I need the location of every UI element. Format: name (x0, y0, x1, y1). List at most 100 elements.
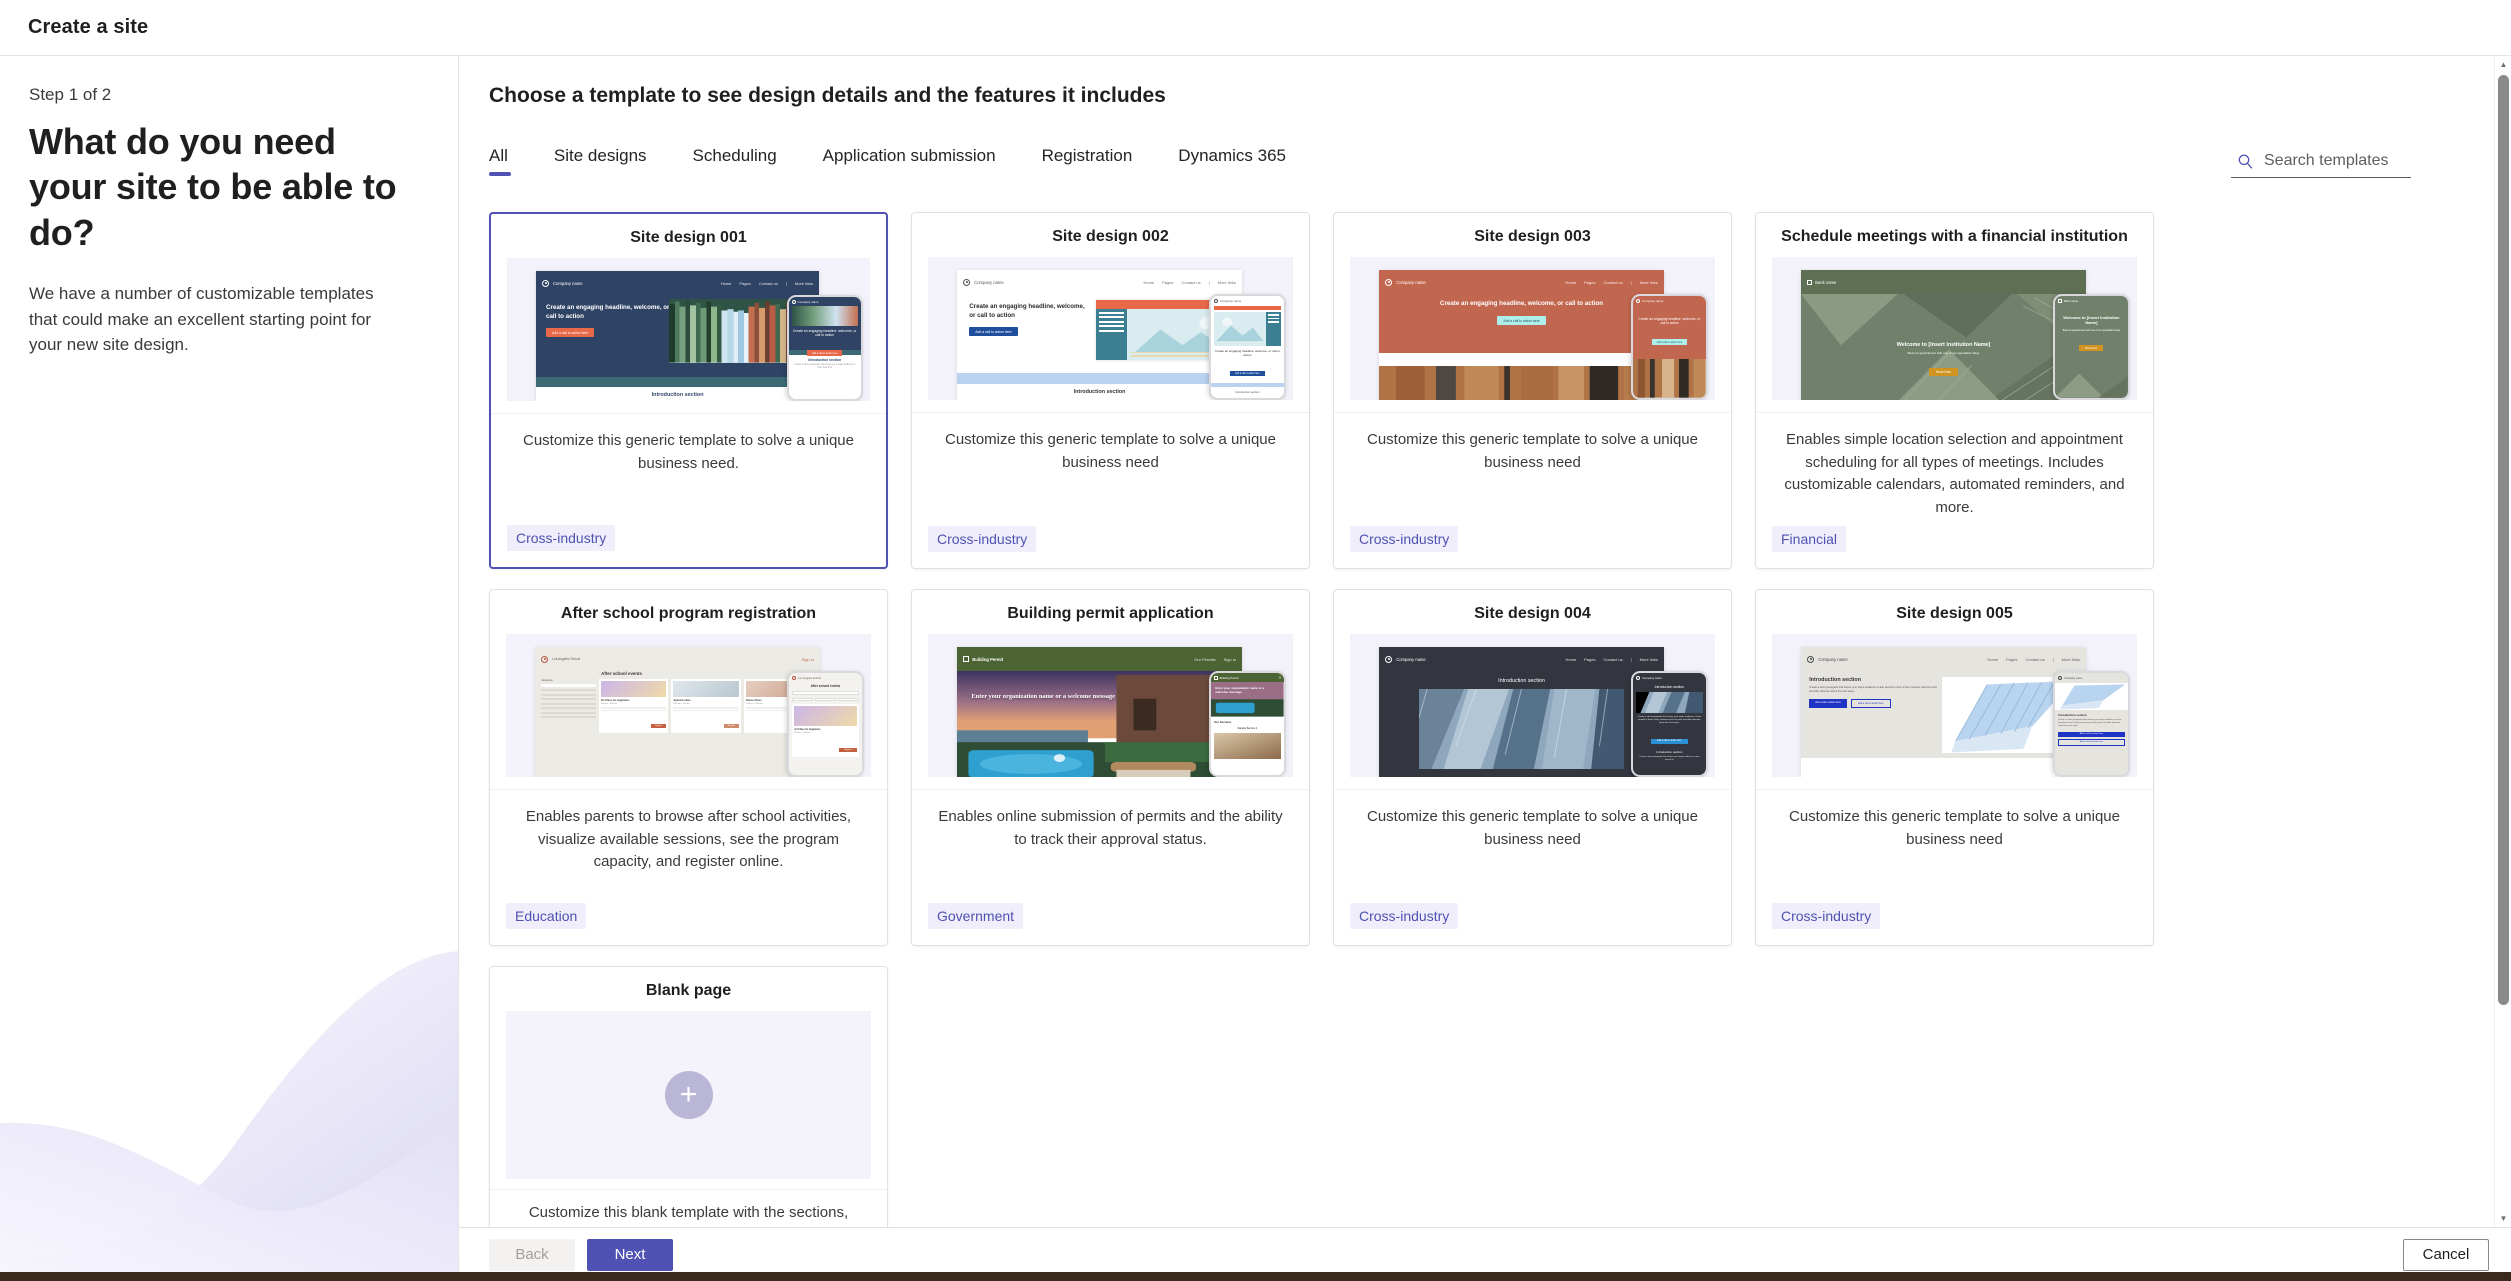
mini-intro-title: Introduction section (1498, 678, 1545, 685)
step-indicator: Step 1 of 2 (29, 85, 112, 104)
wizard-frame: Step 1 of 2 What do you need your site t… (0, 56, 2511, 1281)
mini-company-name: Los Angeles School (552, 657, 581, 661)
mini-phone-preview: Building Permit ☰ Enter your organizatio… (1209, 671, 1286, 777)
mini-subhead: Book an appointment with one of our spec… (1907, 350, 1980, 355)
mini-company-name: Company name (1396, 656, 1426, 662)
tab-scheduling[interactable]: Scheduling (693, 146, 799, 178)
template-thumbnail: Los Angeles School Sign in After school … (506, 634, 871, 777)
cancel-button[interactable]: Cancel (2403, 1238, 2489, 1271)
template-card-description: Customize this generic template to solve… (1334, 412, 1731, 526)
template-card-description: Enables online submission of permits and… (912, 789, 1309, 903)
page-title: What do you need your site to be able to… (29, 121, 397, 253)
next-button[interactable]: Next (587, 1238, 673, 1271)
template-card-tag: Financial (1772, 526, 1847, 552)
mini-nav-link: Pages (1162, 279, 1174, 285)
mini-cta: Add a call to action here (1497, 316, 1546, 326)
mini-nav-link: More links (1639, 279, 1658, 285)
mini-phone-preview: Company name (1209, 294, 1286, 400)
back-button[interactable]: Back (489, 1238, 575, 1271)
template-thumbnail: Bank name Welcome to [Insert Institution… (1772, 257, 2137, 400)
scroll-up-arrow[interactable]: ▲ (2495, 56, 2511, 73)
template-card-site-design-003[interactable]: Site design 003 Company name Home Pages … (1333, 212, 1732, 569)
template-thumbnail: Company name Home Pages Contact us | Mor… (1350, 257, 1715, 400)
mini-company-name: Company name (553, 280, 583, 286)
mini-cta: Book Now (1929, 367, 1958, 376)
template-card-tag: Cross-industry (1350, 903, 1459, 929)
mini-company-name: Company name (974, 279, 1004, 285)
wizard-left-pane: Step 1 of 2 What do you need your site t… (0, 56, 459, 1281)
template-card-title: Site design 005 (1896, 605, 2013, 622)
template-card-site-design-001[interactable]: Site design 001 Company name Home Pages … (489, 212, 888, 569)
template-card-after-school-registration[interactable]: After school program registration Los An… (489, 589, 888, 946)
template-card-schedule-meetings-financial[interactable]: Schedule meetings with a financial insti… (1755, 212, 2154, 569)
template-card-site-design-004[interactable]: Site design 004 Company name Home Pages … (1333, 589, 1732, 946)
scroll-down-arrow[interactable]: ▼ (2495, 1210, 2511, 1227)
tab-application-submission[interactable]: Application submission (823, 146, 1018, 178)
mini-intro-title: Introduction section (1073, 389, 1126, 396)
template-card-description: Customize this generic template to solve… (1334, 789, 1731, 903)
mini-nav-link: Contact us (1603, 656, 1623, 662)
mini-nav-link: More links (1639, 656, 1658, 662)
template-card-title: Site design 002 (1052, 228, 1169, 245)
mini-phone-preview: Company name Create an engaging headline… (1631, 294, 1708, 400)
tab-registration[interactable]: Registration (1042, 146, 1155, 178)
mini-headline: After school events (601, 671, 642, 677)
mini-company-name: Building Permit (972, 656, 1004, 662)
mini-nav-link: Home (1565, 279, 1577, 285)
mini-nav-link: Our Permits (1194, 656, 1216, 662)
mini-nav-link: More links (1217, 279, 1236, 285)
mini-cta-secondary: Add a call to action here (1850, 698, 1891, 708)
tab-dynamics-365[interactable]: Dynamics 365 (1178, 146, 1308, 178)
template-card-site-design-005[interactable]: Site design 005 Company name Home Pages … (1755, 589, 2154, 946)
mini-nav-link: Pages (1584, 656, 1596, 662)
template-card-title: After school program registration (560, 605, 817, 622)
template-card-site-design-002[interactable]: Site design 002 Company name Home Pages … (911, 212, 1310, 569)
template-card-title: Building permit application (1007, 605, 1214, 622)
mini-headline: Welcome to [Insert Institution Name] (1896, 341, 1991, 348)
window-title: Create a site (28, 16, 149, 38)
mini-intro-title: Introduction section (1809, 677, 1861, 684)
mini-nav-link: Home (720, 280, 732, 286)
template-scroll-area: Choose a template to see design details … (459, 56, 2511, 1227)
template-card-title: Site design 003 (1474, 228, 1591, 245)
search-input[interactable]: Search templates (2264, 152, 2389, 170)
mini-nav-link: Home (1143, 279, 1155, 285)
mini-company-name: Company name (1396, 279, 1426, 285)
tab-all[interactable]: All (489, 146, 530, 178)
mini-nav-link: Contact us (2025, 656, 2045, 662)
template-card-tag: Government (928, 903, 1024, 929)
mini-intro-body: Create a short paragraph that shows your… (1809, 686, 1937, 694)
decorative-wave-graphic (0, 861, 458, 1281)
search-templates-box[interactable]: Search templates (2231, 148, 2411, 178)
template-thumbnail-blank: + (506, 1011, 871, 1179)
mini-nav-link: Sign in (1223, 656, 1236, 662)
mini-cta: Add a call to action here (969, 327, 1018, 337)
mini-headline: Create an engaging headline, welcome, or… (969, 303, 1085, 319)
template-card-description: Customize this generic template to solve… (1756, 789, 2153, 903)
template-card-building-permit[interactable]: Building permit application Building Per… (911, 589, 1310, 946)
tab-site-designs[interactable]: Site designs (554, 146, 669, 178)
template-card-tag: Education (506, 903, 587, 929)
template-card-title: Schedule meetings with a financial insti… (1781, 228, 2128, 245)
scrollbar-thumb[interactable] (2498, 75, 2509, 1005)
mini-headline: Enter your organization name or a welcom… (971, 692, 1116, 700)
mini-nav-link: More links (2061, 656, 2080, 662)
mini-nav-link: More links (794, 280, 814, 286)
mini-headline: Create an engaging headline, welcome, or… (1440, 300, 1604, 308)
template-card-blank-page[interactable]: Blank page + Customize this blank templa… (489, 966, 888, 1227)
mini-phone-preview: Company name (2053, 671, 2130, 777)
mini-intro-title: Introduction section (651, 391, 704, 398)
template-card-title: Site design 001 (630, 229, 747, 246)
template-card-description: Enables simple location selection and ap… (1756, 412, 2153, 526)
mini-nav-link: Contact us (1603, 279, 1623, 285)
wizard-right-pane: Choose a template to see design details … (459, 56, 2511, 1281)
template-grid: Site design 001 Company name Home Pages … (489, 212, 2471, 1227)
mini-nav-link: Pages (1584, 279, 1596, 285)
template-card-description: Enables parents to browse after school a… (490, 789, 887, 903)
template-thumbnail: Company name Home Pages Contact us | Mor… (507, 258, 870, 401)
mini-headline: Create an engaging headline, welcome, or… (546, 304, 670, 320)
template-thumbnail: Building Permit Our Permits Sign in Ente… (928, 634, 1293, 777)
template-thumbnail: Company name Home Pages Contact us | Mor… (1350, 634, 1715, 777)
mini-nav-link: Pages (739, 280, 751, 286)
vertical-scrollbar[interactable]: ▲ ▼ (2494, 56, 2511, 1227)
